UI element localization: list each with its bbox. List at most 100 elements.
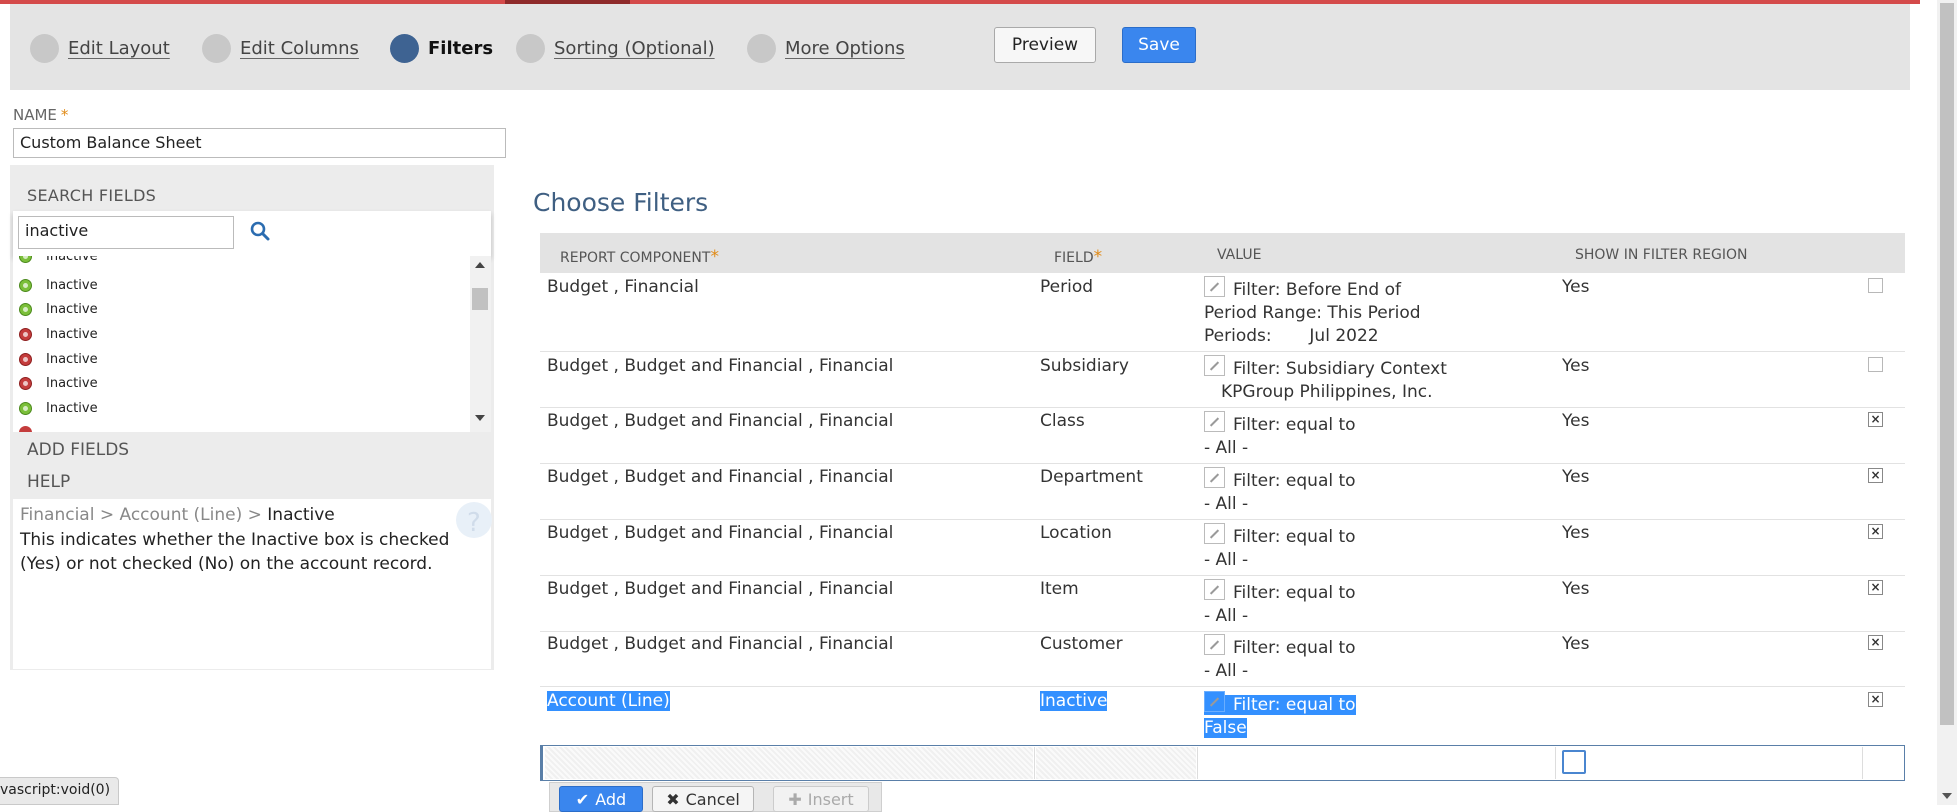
remove-row-icon[interactable]: × — [1868, 412, 1883, 427]
add-fields-title[interactable]: ADD FIELDS — [27, 440, 129, 460]
table-cell-field[interactable]: Item — [1040, 579, 1079, 599]
red-field-icon — [19, 377, 32, 390]
table-cell-value[interactable]: Filter: equal to - All - — [1204, 523, 1356, 572]
red-field-icon — [19, 353, 32, 366]
help-title[interactable]: HELP — [27, 472, 70, 492]
scroll-down-icon[interactable] — [475, 415, 485, 421]
insert-button[interactable]: ✚ Insert — [773, 786, 869, 812]
remove-row-icon[interactable]: × — [1868, 580, 1883, 595]
row-divider — [540, 407, 1905, 408]
green-field-icon — [19, 402, 32, 415]
edit-pencil-icon[interactable] — [1204, 276, 1225, 297]
step-label: More Options — [785, 38, 905, 59]
table-cell-component[interactable]: Budget , Budget and Financial , Financia… — [547, 523, 893, 543]
step-filters[interactable]: Filters — [390, 34, 493, 63]
cell-divider — [1034, 747, 1035, 779]
edit-pencil-icon[interactable] — [1204, 523, 1225, 544]
cell-divider — [1862, 747, 1863, 779]
table-cell-field[interactable]: Customer — [1040, 634, 1123, 654]
scroll-thumb[interactable] — [472, 288, 488, 310]
scroll-up-icon[interactable] — [475, 262, 485, 268]
list-item[interactable]: Inactive — [19, 327, 98, 342]
save-button[interactable]: Save — [1122, 27, 1196, 63]
step-indicator-icon — [747, 34, 776, 63]
table-cell-value[interactable]: Filter: equal to - All - — [1204, 634, 1356, 683]
table-cell-field[interactable]: Period — [1040, 277, 1093, 297]
row-divider — [540, 519, 1905, 520]
list-item[interactable]: Inactive — [19, 401, 98, 416]
list-item[interactable]: Inactive — [19, 376, 98, 391]
table-cell-value[interactable]: Filter: Subsidiary Context KPGroup Philip… — [1204, 355, 1447, 404]
table-cell-field[interactable]: Location — [1040, 523, 1112, 543]
column-header-component: REPORT COMPONENT* — [560, 247, 719, 267]
list-item[interactable]: Inactive — [19, 352, 98, 367]
new-row-component-cell[interactable] — [545, 747, 1033, 779]
new-row-field-cell[interactable] — [1036, 747, 1196, 779]
row-divider — [540, 575, 1905, 576]
table-cell-show: Yes — [1562, 634, 1590, 654]
table-cell-show: Yes — [1562, 467, 1590, 487]
table-cell-component[interactable]: Budget , Budget and Financial , Financia… — [547, 579, 893, 599]
page-scroll-thumb[interactable] — [1940, 3, 1954, 725]
edit-pencil-icon[interactable] — [1204, 579, 1225, 600]
table-cell-field[interactable]: Inactive — [1040, 691, 1108, 711]
cancel-button[interactable]: ✖ Cancel — [652, 786, 754, 812]
step-bar: Edit Layout Edit Columns Filters Sorting… — [10, 4, 1910, 90]
add-button[interactable]: ✔ Add — [559, 786, 643, 812]
help-text: This indicates whether the Inactive box … — [20, 530, 450, 574]
show-in-filter-checkbox[interactable] — [1562, 750, 1586, 774]
table-cell-component[interactable]: Budget , Budget and Financial , Financia… — [547, 356, 893, 376]
list-item[interactable]: Inactive — [19, 278, 98, 293]
table-cell-component[interactable]: Budget , Budget and Financial , Financia… — [547, 467, 893, 487]
required-mark: * — [60, 106, 69, 124]
step-more-options[interactable]: More Options — [747, 34, 905, 63]
row-divider — [540, 631, 1905, 632]
list-item[interactable]: Inactive — [19, 302, 98, 317]
table-cell-show: Yes — [1562, 356, 1590, 376]
scroll-down-icon[interactable] — [1942, 793, 1952, 799]
search-input[interactable]: inactive — [18, 216, 234, 249]
table-cell-field[interactable]: Subsidiary — [1040, 356, 1129, 376]
help-breadcrumb: Financial > Account (Line) > Inactive — [20, 505, 335, 525]
table-cell-component[interactable]: Budget , Budget and Financial , Financia… — [547, 634, 893, 654]
column-header-value: VALUE — [1217, 247, 1262, 263]
table-cell-value[interactable]: Filter: Before End of Period Range: This … — [1204, 276, 1421, 348]
green-field-icon — [19, 279, 32, 292]
remove-checkbox-disabled — [1868, 278, 1883, 293]
status-bar: vascript:void(0) — [0, 777, 120, 805]
list-scrollbar[interactable] — [470, 256, 491, 432]
table-cell-value[interactable]: Filter: equal to False — [1204, 691, 1356, 740]
remove-row-icon[interactable]: × — [1868, 692, 1883, 707]
list-item[interactable]: Inactive — [19, 256, 98, 264]
cell-divider — [1555, 747, 1556, 779]
edit-pencil-icon[interactable] — [1204, 355, 1225, 376]
edit-pencil-icon[interactable] — [1204, 634, 1225, 655]
remove-row-icon[interactable]: × — [1868, 635, 1883, 650]
close-icon: ✖ — [666, 789, 680, 809]
table-cell-component[interactable]: Account (Line) — [547, 691, 670, 711]
table-cell-value[interactable]: Filter: equal to - All - — [1204, 579, 1356, 628]
step-edit-columns[interactable]: Edit Columns — [202, 34, 359, 63]
edit-pencil-icon[interactable] — [1204, 691, 1225, 712]
plus-icon: ✚ — [788, 789, 802, 809]
remove-row-icon[interactable]: × — [1868, 468, 1883, 483]
row-divider — [540, 463, 1905, 464]
edit-pencil-icon[interactable] — [1204, 411, 1225, 432]
step-edit-layout[interactable]: Edit Layout — [30, 34, 170, 63]
table-cell-component[interactable]: Budget , Financial — [547, 277, 699, 297]
remove-row-icon[interactable]: × — [1868, 524, 1883, 539]
preview-button[interactable]: Preview — [994, 27, 1096, 63]
step-sorting[interactable]: Sorting (Optional) — [516, 34, 715, 63]
table-cell-field[interactable]: Department — [1040, 467, 1143, 487]
table-cell-field[interactable]: Class — [1040, 411, 1085, 431]
column-header-field: FIELD* — [1054, 247, 1103, 267]
table-cell-value[interactable]: Filter: equal to - All - — [1204, 467, 1356, 516]
step-label: Filters — [428, 38, 494, 59]
check-icon: ✔ — [575, 789, 590, 809]
edit-pencil-icon[interactable] — [1204, 467, 1225, 488]
name-input[interactable]: Custom Balance Sheet — [13, 128, 506, 158]
search-icon[interactable] — [248, 219, 272, 243]
table-cell-component[interactable]: Budget , Budget and Financial , Financia… — [547, 411, 893, 431]
cell-divider — [1197, 747, 1198, 779]
table-cell-value[interactable]: Filter: equal to - All - — [1204, 411, 1356, 460]
